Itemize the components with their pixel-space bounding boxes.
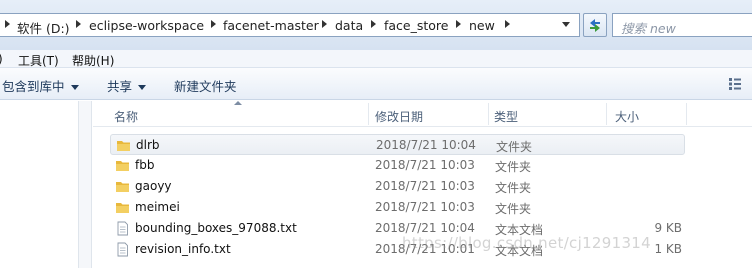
file-date: 2018/7/21 10:04 [376,138,476,152]
breadcrumb-chevron-icon[interactable] [456,20,461,28]
text-file-icon [117,221,128,236]
navigation-pane[interactable] [0,101,78,268]
file-type: 文件夹 [495,202,532,216]
list-item[interactable]: meimei 2018/7/21 10:03 文件夹 [110,197,685,218]
folder-icon [117,141,130,151]
column-header-row: 名称 修改日期 类型 大小 [93,101,752,127]
file-name: dlrb [136,138,160,152]
breadcrumb-chevron-icon[interactable] [211,20,216,28]
file-name: fbb [135,158,155,172]
list-item[interactable]: fbb 2018/7/21 10:03 文件夹 [110,155,685,176]
file-date: 2018/7/21 10:03 [375,158,475,172]
address-bar[interactable]: 软件 (D:) eclipse-workspace facenet-master… [0,13,580,37]
share-button[interactable]: 共享 [107,76,147,95]
breadcrumb-chevron-icon[interactable] [322,20,327,28]
folder-icon [116,182,129,192]
breadcrumb-drive[interactable]: 软件 (D:) [17,18,70,37]
search-input[interactable]: 搜索 new [612,13,752,37]
breadcrumb-facenet-master[interactable]: facenet-master [223,18,319,33]
include-in-library-button[interactable]: 包含到库中 [2,76,79,95]
breadcrumb-chevron-icon[interactable] [505,20,510,28]
text-file-icon [117,242,128,257]
folder-icon [116,161,129,171]
column-header-date-modified[interactable]: 修改日期 [375,108,423,125]
breadcrumb-face-store[interactable]: face_store [384,18,449,33]
pane-splitter[interactable] [78,101,92,268]
column-divider[interactable] [488,103,489,125]
file-name: bounding_boxes_97088.txt [135,221,297,235]
refresh-icon [590,19,600,32]
breadcrumb-eclipse-workspace[interactable]: eclipse-workspace [89,18,204,33]
breadcrumb-chevron-icon[interactable] [371,20,376,28]
breadcrumb-new[interactable]: new [469,18,495,33]
share-label: 共享 [107,79,133,94]
file-type: 文件夹 [496,140,533,154]
command-toolbar: 包含到库中 共享 新建文件夹 [0,68,752,100]
breadcrumb-chevron-icon[interactable] [5,20,10,28]
file-type: 文件夹 [495,181,532,195]
new-folder-button[interactable]: 新建文件夹 [174,76,237,95]
dropdown-arrow-icon [70,85,79,90]
menu-item-cut-off[interactable]: ) [0,52,2,66]
refresh-button[interactable] [583,13,607,37]
file-size: 9 KB [654,221,682,235]
file-date: 2018/7/21 10:04 [375,221,475,235]
list-item[interactable]: gaoyy 2018/7/21 10:03 文件夹 [110,176,685,197]
address-history-dropdown-icon[interactable] [562,22,570,27]
menu-item-help[interactable]: 帮助(H) [72,52,114,69]
include-in-library-label: 包含到库中 [2,79,65,94]
breadcrumb-chevron-icon[interactable] [76,20,81,28]
file-name: meimei [135,200,180,214]
file-name: gaoyy [135,179,172,193]
column-header-size[interactable]: 大小 [615,108,639,125]
search-placeholder: 搜索 new [621,21,676,36]
menu-bar: ) 工具(T) 帮助(H) [0,50,752,68]
folder-icon [116,203,129,213]
view-options-icon[interactable] [728,77,742,91]
file-date: 2018/7/21 10:03 [375,179,475,193]
watermark: https://blog.csdn.net/cj1291314 [402,234,651,252]
menu-item-tools[interactable]: 工具(T) [18,52,59,69]
list-item[interactable]: dlrb 2018/7/21 10:04 文件夹 [110,134,685,155]
file-date: 2018/7/21 10:03 [375,200,475,214]
column-header-name[interactable]: 名称 [114,108,138,125]
column-divider[interactable] [368,103,369,125]
file-name: revision_info.txt [135,242,231,256]
file-type: 文件夹 [495,160,532,174]
address-row: 软件 (D:) eclipse-workspace facenet-master… [0,0,752,50]
column-divider[interactable] [686,103,687,125]
column-divider[interactable] [606,103,607,125]
column-header-type[interactable]: 类型 [494,108,518,125]
dropdown-arrow-icon [138,85,147,90]
breadcrumb-data[interactable]: data [335,18,363,33]
sort-ascending-icon [234,101,242,105]
